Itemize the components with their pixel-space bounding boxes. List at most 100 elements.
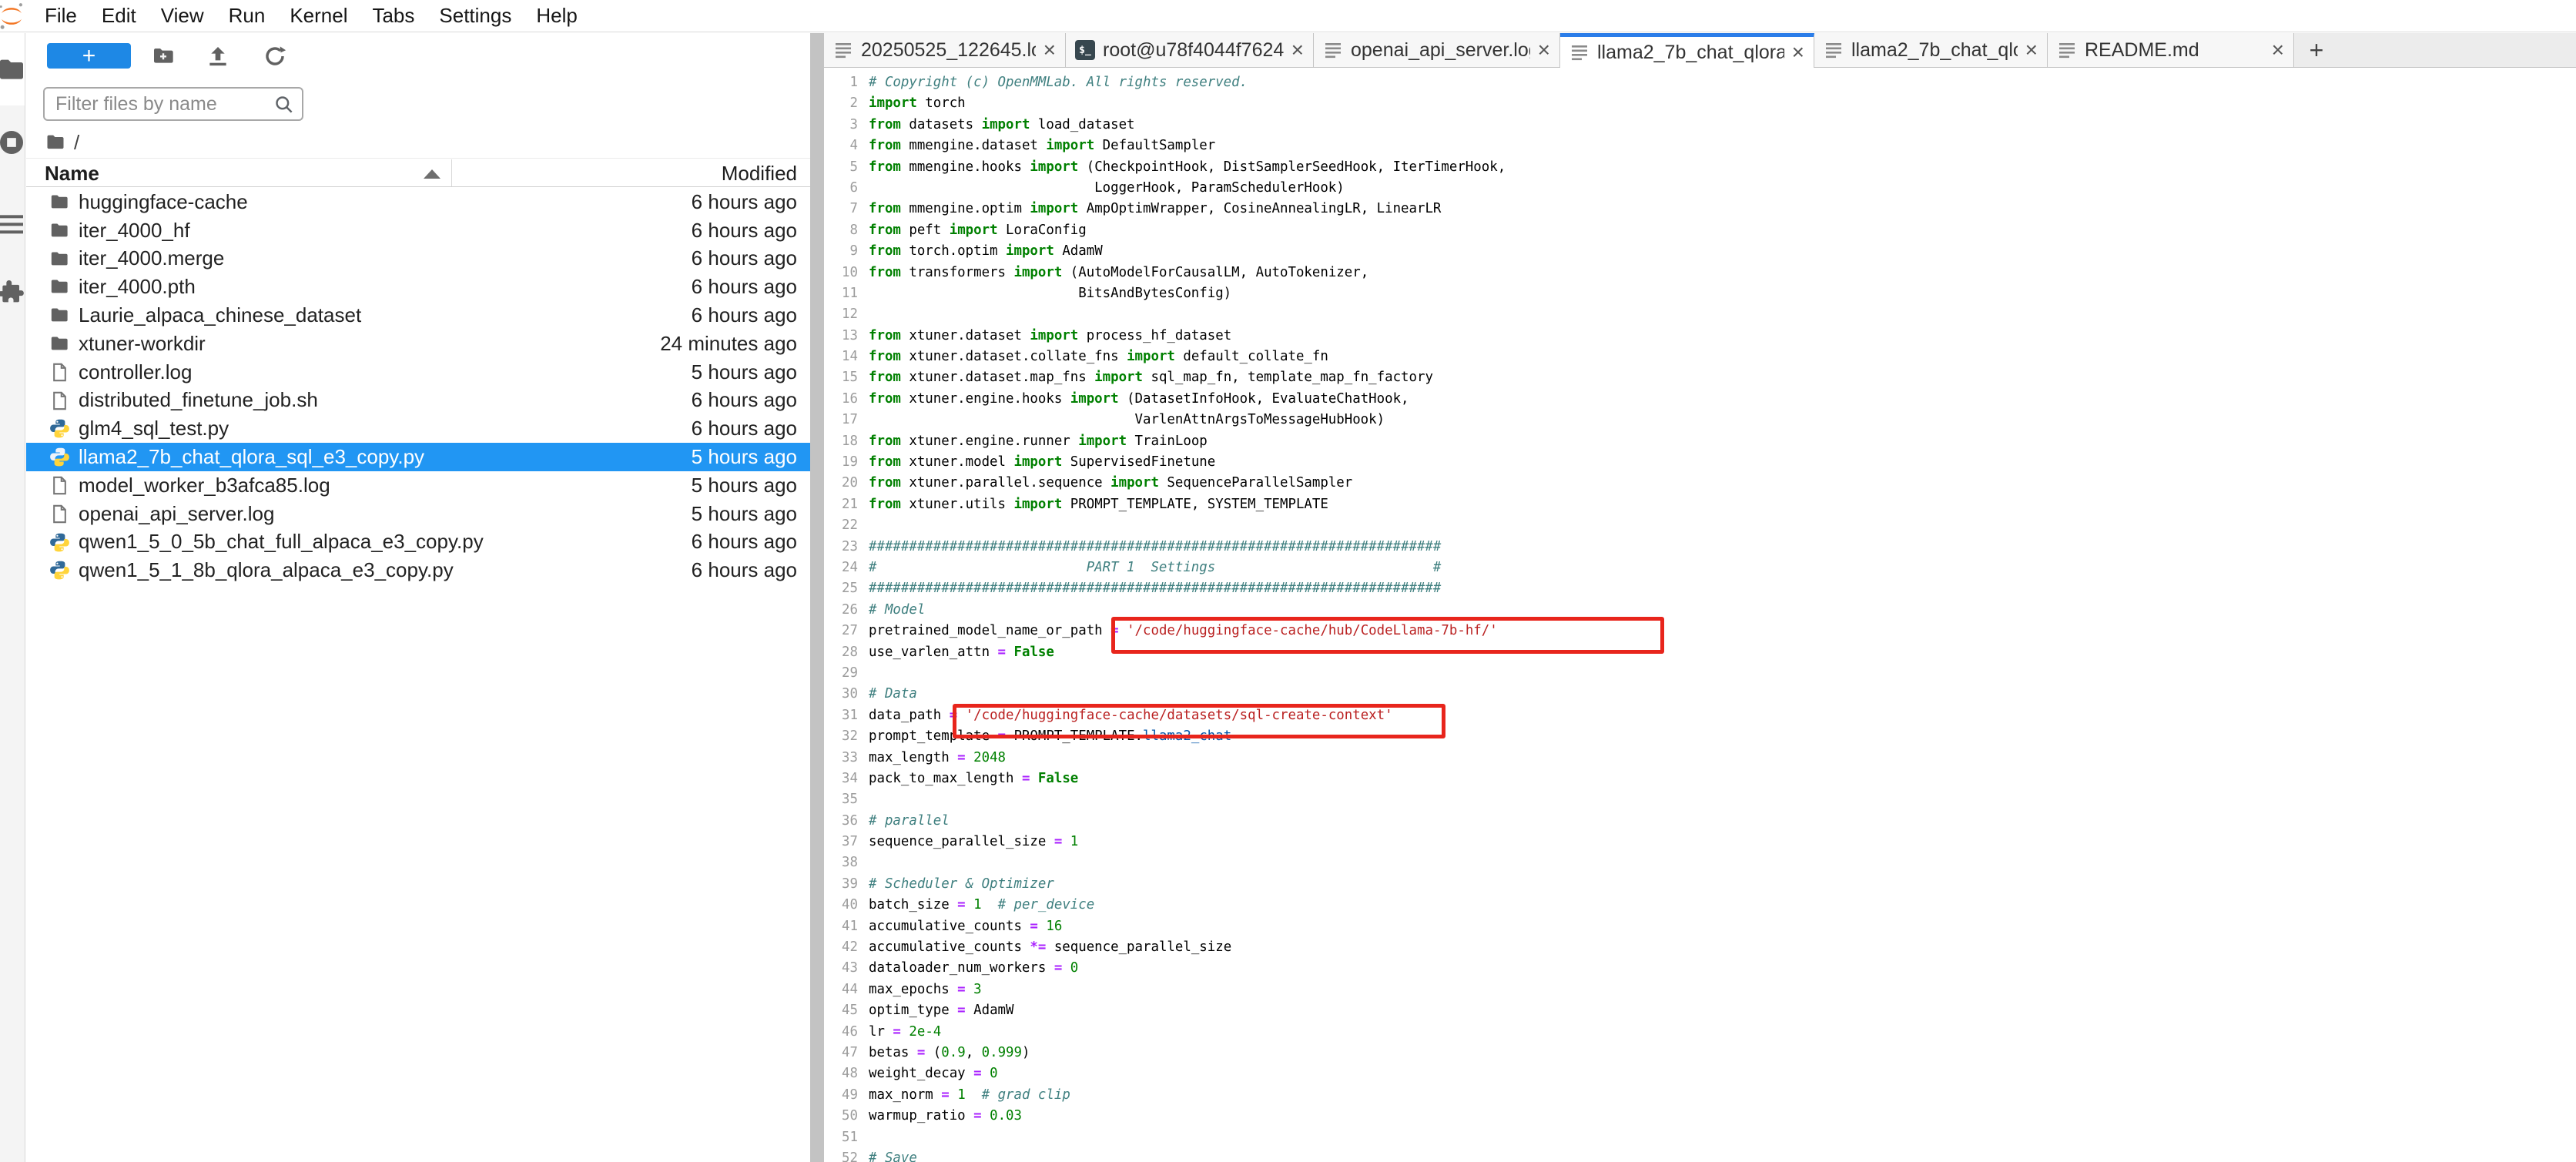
file-modified-time: 6 hours ago (692, 219, 797, 243)
filter-files-input[interactable] (55, 89, 263, 119)
code-line: 15from xtuner.dataset.map_fns import sql… (824, 367, 2576, 388)
code-line: 1# Copyright (c) OpenMMLab. All rights r… (824, 72, 2576, 93)
sort-ascending-icon (424, 169, 440, 179)
line-number: 7 (824, 199, 858, 219)
file-name: model_worker_b3afca85.log (79, 474, 330, 497)
file-modified-time: 6 hours ago (692, 558, 797, 582)
puzzle-icon[interactable] (0, 276, 25, 307)
code-text: betas = (0.9, 0.999) (869, 1043, 1030, 1063)
running-icon[interactable] (0, 127, 25, 158)
file-lines-icon (2057, 40, 2077, 60)
menu-item-tabs[interactable]: Tabs (360, 0, 427, 32)
tab-label: README.md (2085, 39, 2264, 62)
code-text: data_path = '/code/huggingface-cache/dat… (869, 705, 1393, 726)
code-text: from peft import LoraConfig (869, 220, 1087, 241)
close-icon[interactable]: × (2025, 39, 2038, 61)
menu-item-view[interactable]: View (149, 0, 216, 32)
code-line: 42accumulative_counts *= sequence_parall… (824, 937, 2576, 958)
line-number: 29 (824, 663, 858, 684)
menu-item-edit[interactable]: Edit (89, 0, 149, 32)
code-line: 18from xtuner.engine.runner import Train… (824, 431, 2576, 452)
menu-item-settings[interactable]: Settings (427, 0, 524, 32)
tab-README.md[interactable]: README.md × (2048, 33, 2294, 67)
close-icon[interactable]: × (1792, 42, 1804, 63)
line-number: 30 (824, 684, 858, 705)
upload-icon[interactable] (206, 44, 230, 69)
file-row-qwen1_5_1_8b_qlora_alpaca_e3_copy.py[interactable]: qwen1_5_1_8b_qlora_alpaca_e3_copy.py6 ho… (26, 556, 810, 584)
new-folder-icon[interactable] (151, 44, 176, 69)
menu-item-help[interactable]: Help (524, 0, 589, 32)
column-header-name[interactable]: Name (45, 162, 99, 186)
folder-icon[interactable] (0, 55, 25, 85)
file-row-controller.log[interactable]: controller.log5 hours ago (26, 358, 810, 387)
line-number: 35 (824, 789, 858, 810)
tab-openai_api_server.log[interactable]: openai_api_server.log× (1314, 33, 1560, 67)
code-line: 20from xtuner.parallel.sequence import S… (824, 473, 2576, 494)
file-row-iter_4000.pth[interactable]: iter_4000.pth6 hours ago (26, 273, 810, 301)
tab-20250525_122645.log[interactable]: 20250525_122645.log× (824, 33, 1066, 67)
file-icon (49, 390, 70, 411)
code-text: from mmengine.hooks import (CheckpointHo… (869, 157, 1506, 178)
file-row-model_worker_b3afca85.log[interactable]: model_worker_b3afca85.log 5 hours ago (26, 471, 810, 500)
sidebar-splitter[interactable] (810, 33, 824, 1162)
breadcrumb[interactable]: / (45, 130, 79, 155)
line-number: 52 (824, 1148, 858, 1162)
code-line: 13from xtuner.dataset import process_hf_… (824, 326, 2576, 347)
file-row-glm4_sql_test.py[interactable]: glm4_sql_test.py6 hours ago (26, 414, 810, 443)
folder-icon (49, 333, 70, 354)
folder-icon (49, 276, 70, 297)
code-text: from torch.optim import AdamW (869, 241, 1103, 262)
code-text: ########################################… (869, 537, 1441, 558)
close-icon[interactable]: × (1291, 39, 1304, 61)
code-line: 17 VarlenAttnArgsToMessageHubHook) (824, 410, 2576, 430)
file-row-huggingface-cache[interactable]: huggingface-cache6 hours ago (26, 188, 810, 216)
file-list-header: Name Modified (26, 159, 810, 187)
line-number: 37 (824, 832, 858, 852)
search-icon (273, 94, 294, 115)
tab-llama2_7b_chat_qlora_sql_e3_copy.py[interactable]: llama2_7b_chat_qlora_sql_e3_copy.py × (1814, 33, 2048, 67)
tab-llama2_7b_chat_qlora_sql_e3_copy.py[interactable]: llama2_7b_chat_qlora_sql_e3_copy.py× (1560, 33, 1814, 68)
new-launcher-button[interactable]: + (47, 43, 131, 69)
menu-item-file[interactable]: File (32, 0, 89, 32)
code-editor[interactable]: 1# Copyright (c) OpenMMLab. All rights r… (824, 69, 2576, 1162)
code-line: 46lr = 2e-4 (824, 1022, 2576, 1043)
file-row-iter_4000.merge[interactable]: iter_4000.merge6 hours ago (26, 245, 810, 273)
tab-label: llama2_7b_chat_qlora_sql_e3_copy.py (1851, 39, 2018, 62)
code-text: # Copyright (c) OpenMMLab. All rights re… (869, 72, 1248, 93)
tab-root@u78f4044f76248a9b[interactable]: $_root@u78f4044f76248a9b× (1066, 33, 1314, 67)
column-header-modified[interactable]: Modified (722, 162, 797, 186)
folder-icon (49, 249, 70, 270)
file-row-xtuner-workdir[interactable]: xtuner-workdir24 minutes ago (26, 330, 810, 358)
code-text: from xtuner.engine.runner import TrainLo… (869, 431, 1208, 452)
code-line: 35 (824, 789, 2576, 810)
file-row-llama2_7b_chat_qlora_sql_e3_copy.py[interactable]: llama2_7b_chat_qlora_sql_e3_copy.py5 hou… (26, 443, 810, 471)
file-row-iter_4000_hf[interactable]: iter_4000_hf6 hours ago (26, 216, 810, 245)
folder-icon (49, 305, 70, 326)
toc-icon[interactable] (0, 209, 25, 239)
breadcrumb-root[interactable]: / (74, 131, 79, 155)
close-icon[interactable]: × (1043, 39, 1056, 61)
code-text: max_norm = 1 # grad clip (869, 1085, 1070, 1106)
close-icon[interactable]: × (2272, 39, 2284, 61)
menu-item-kernel[interactable]: Kernel (277, 0, 360, 32)
line-number: 49 (824, 1085, 858, 1106)
file-row-Laurie_alpaca_chinese_dataset[interactable]: Laurie_alpaca_chinese_dataset6 hours ago (26, 301, 810, 330)
close-icon[interactable]: × (1538, 39, 1550, 61)
line-number: 45 (824, 1000, 858, 1021)
code-line: 45optim_type = AdamW (824, 1000, 2576, 1021)
code-text: # Scheduler & Optimizer (869, 874, 1054, 895)
code-text: use_varlen_attn = False (869, 642, 1054, 663)
code-line: 26# Model (824, 600, 2576, 621)
python-file-icon (49, 418, 70, 439)
refresh-icon[interactable] (263, 44, 287, 69)
file-row-qwen1_5_0_5b_chat_full_alpaca_e3_copy.py[interactable]: qwen1_5_0_5b_chat_full_alpaca_e3_copy.py… (26, 528, 810, 557)
code-line: 50warmup_ratio = 0.03 (824, 1106, 2576, 1127)
menu-item-run[interactable]: Run (216, 0, 278, 32)
file-row-distributed_finetune_job.sh[interactable]: distributed_finetune_job.sh6 hours ago (26, 387, 810, 415)
file-row-openai_api_server.log[interactable]: openai_api_server.log5 hours ago (26, 500, 810, 528)
code-line: 28use_varlen_attn = False (824, 642, 2576, 663)
line-number: 31 (824, 705, 858, 726)
line-number: 50 (824, 1106, 858, 1127)
new-tab-button[interactable]: + (2294, 33, 2339, 67)
file-modified-time: 5 hours ago (692, 474, 797, 497)
